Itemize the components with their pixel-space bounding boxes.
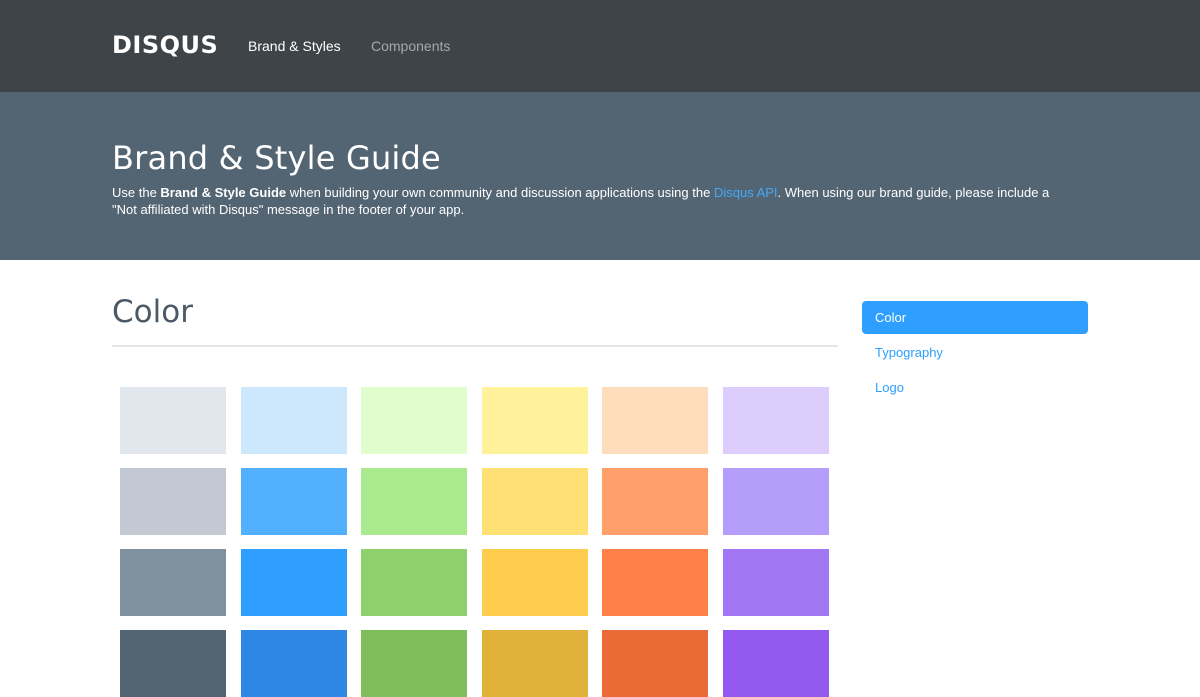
intro-text-middle: when building your own community and dis… — [286, 185, 714, 200]
color-swatch[interactable] — [602, 468, 709, 535]
color-swatch[interactable] — [361, 630, 468, 697]
color-swatch[interactable] — [602, 549, 709, 616]
color-swatch[interactable] — [481, 630, 588, 697]
color-swatch-grid — [120, 387, 829, 697]
color-swatch[interactable] — [722, 468, 829, 535]
color-swatch[interactable] — [240, 387, 347, 454]
intro-bold-text: Brand & Style Guide — [160, 185, 287, 200]
color-swatch[interactable] — [722, 549, 829, 616]
color-swatch[interactable] — [240, 630, 347, 697]
disqus-api-link[interactable]: Disqus API — [714, 185, 778, 200]
intro-text-prefix: Use the — [112, 185, 161, 200]
color-swatch[interactable] — [481, 387, 588, 454]
color-swatch[interactable] — [240, 549, 347, 616]
hero-banner: Brand & Style Guide Use the Brand & Styl… — [0, 92, 1200, 260]
color-swatch[interactable] — [722, 387, 829, 454]
color-swatch[interactable] — [361, 549, 468, 616]
disqus-logo[interactable]: DISQUS — [112, 31, 218, 59]
section-title-color: Color — [112, 294, 193, 330]
color-swatch[interactable] — [361, 387, 468, 454]
page-title: Brand & Style Guide — [112, 139, 441, 177]
color-swatch[interactable] — [722, 630, 829, 697]
sidebar-item-color[interactable]: Color — [862, 301, 1088, 334]
color-swatch[interactable] — [240, 468, 347, 535]
color-swatch[interactable] — [120, 387, 226, 454]
color-swatch[interactable] — [120, 630, 226, 697]
color-swatch[interactable] — [481, 549, 588, 616]
color-swatch[interactable] — [602, 387, 709, 454]
color-swatch[interactable] — [361, 468, 468, 535]
intro-paragraph: Use the Brand & Style Guide when buildin… — [112, 184, 1072, 218]
color-swatch[interactable] — [602, 630, 709, 697]
section-divider — [112, 345, 838, 347]
color-swatch[interactable] — [120, 468, 226, 535]
top-navigation-bar: DISQUS Brand & Styles Components — [0, 0, 1200, 92]
nav-components[interactable]: Components — [371, 37, 450, 55]
sidebar-nav: Color Typography Logo — [862, 301, 1088, 406]
sidebar-item-logo[interactable]: Logo — [862, 371, 1088, 404]
sidebar-item-typography[interactable]: Typography — [862, 336, 1088, 369]
nav-brand-and-styles[interactable]: Brand & Styles — [248, 37, 341, 55]
color-swatch[interactable] — [120, 549, 226, 616]
color-swatch[interactable] — [481, 468, 588, 535]
